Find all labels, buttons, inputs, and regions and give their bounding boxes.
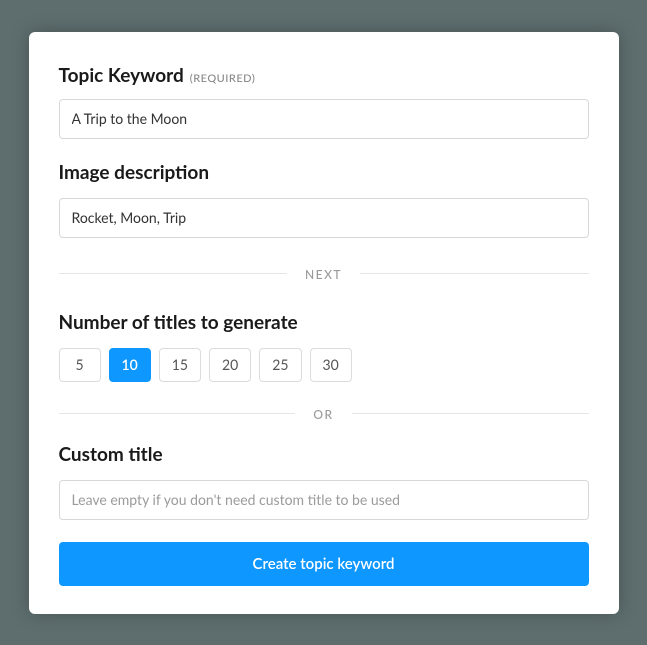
titles-count-group: Number of titles to generate 510152025 30	[59, 311, 589, 382]
topic-keyword-input[interactable]	[59, 99, 589, 139]
titles-count-options: 510152025 30	[59, 348, 589, 382]
titles-count-option-10[interactable]: 10	[109, 348, 151, 382]
create-topic-keyword-button[interactable]: Create topic keyword	[59, 542, 589, 586]
image-description-input[interactable]	[59, 198, 589, 238]
titles-count-option-30[interactable]: 30	[310, 348, 352, 382]
form-card: Topic Keyword (REQUIRED) Image descripti…	[29, 32, 619, 614]
or-divider: OR	[59, 404, 589, 423]
required-tag: (REQUIRED)	[190, 72, 256, 85]
titles-count-option-15[interactable]: 15	[159, 348, 201, 382]
image-description-label: Image description	[59, 161, 589, 184]
custom-title-input[interactable]	[59, 480, 589, 520]
next-divider: NEXT	[59, 264, 589, 283]
image-description-group: Image description	[59, 161, 589, 238]
topic-keyword-label: Topic Keyword	[59, 64, 184, 87]
titles-count-label: Number of titles to generate	[59, 311, 589, 334]
custom-title-label: Custom title	[59, 443, 589, 466]
titles-count-option-25[interactable]: 25	[259, 348, 301, 382]
titles-count-option-20[interactable]: 20	[209, 348, 251, 382]
custom-title-group: Custom title	[59, 443, 589, 520]
next-divider-text: NEXT	[287, 267, 360, 282]
or-divider-text: OR	[295, 407, 351, 422]
titles-count-option-5[interactable]: 5	[59, 348, 101, 382]
topic-keyword-label-row: Topic Keyword (REQUIRED)	[59, 64, 589, 87]
topic-keyword-group: Topic Keyword (REQUIRED)	[59, 64, 589, 139]
